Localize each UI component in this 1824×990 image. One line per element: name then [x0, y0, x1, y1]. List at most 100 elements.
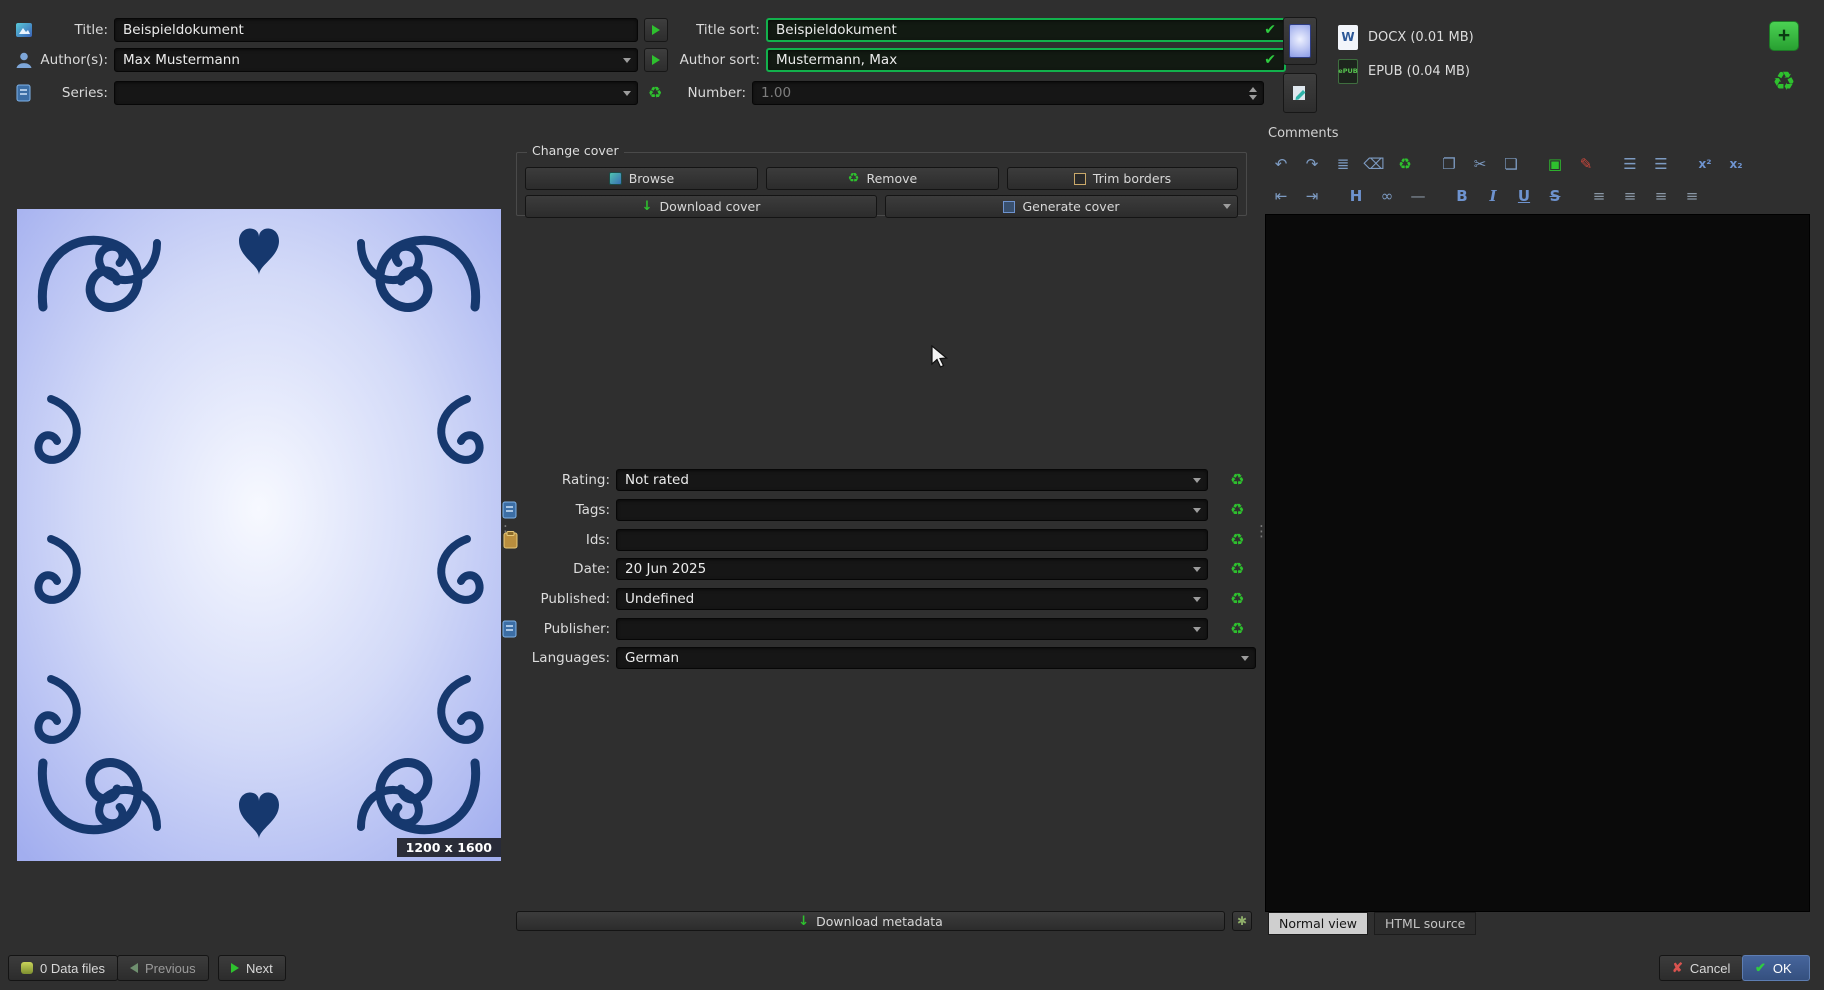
tab-html-source[interactable]: HTML source	[1374, 912, 1476, 935]
indent-icon[interactable]: ⇥	[1299, 184, 1325, 208]
auto-title-sort-button[interactable]	[644, 18, 668, 42]
clear-comments-icon[interactable]: ♻	[1392, 152, 1418, 176]
cut-icon[interactable]: ✂	[1467, 152, 1493, 176]
unordered-list-icon[interactable]: ☰	[1648, 152, 1674, 176]
generate-cover-button[interactable]: Generate cover	[885, 195, 1238, 218]
align-right-icon[interactable]: ≡	[1648, 184, 1674, 208]
publisher-combo[interactable]	[616, 618, 1208, 640]
clear-ids-icon[interactable]: ♻	[1230, 532, 1244, 548]
pencil-icon	[1290, 83, 1310, 103]
publisher-editor-icon[interactable]	[500, 619, 520, 639]
ordered-list-icon[interactable]: ☰	[1617, 152, 1643, 176]
restore-formats-icon[interactable]: ♻	[1772, 69, 1795, 95]
published-dropdown-icon[interactable]	[1189, 591, 1205, 607]
rating-row: Rating: Not rated ♻	[500, 469, 1244, 491]
paste-identifier-icon[interactable]	[500, 530, 520, 550]
align-justify-icon[interactable]: ≡	[1679, 184, 1705, 208]
clear-series-icon[interactable]: ♻	[644, 85, 666, 101]
published-combo[interactable]: Undefined	[616, 588, 1208, 610]
ids-input[interactable]	[616, 529, 1208, 551]
italic-icon[interactable]: I	[1480, 184, 1506, 208]
number-spinner[interactable]	[1246, 84, 1260, 102]
background-color-icon[interactable]: ▣	[1542, 152, 1568, 176]
align-center-icon[interactable]: ≡	[1617, 184, 1643, 208]
next-button[interactable]: Next	[218, 955, 286, 981]
underline-icon[interactable]: U	[1511, 184, 1537, 208]
heading-icon[interactable]: H	[1343, 184, 1369, 208]
authors-value: Max Mustermann	[123, 52, 240, 68]
horizontal-rule-icon[interactable]: —	[1405, 184, 1431, 208]
rating-dropdown-icon[interactable]	[1189, 472, 1205, 488]
title-input[interactable]: Beispieldokument	[114, 18, 638, 42]
auto-author-sort-button[interactable]	[644, 48, 668, 72]
cover-thumbnail-icon	[1289, 24, 1311, 58]
download-metadata-button[interactable]: ↓ Download metadata	[516, 911, 1225, 931]
series-combo[interactable]	[114, 81, 638, 105]
bold-icon[interactable]: B	[1449, 184, 1475, 208]
download-cover-button[interactable]: ↓ Download cover	[525, 195, 877, 218]
comments-toolbar-row1: ↶ ↷ ≣ ⌫ ♻ ❐ ✂ ❏ ▣ ✎ ☰ ☰ x² x₂	[1268, 152, 1749, 176]
strikethrough-icon[interactable]: S	[1542, 184, 1568, 208]
remove-format-icon[interactable]: ⌫	[1361, 152, 1387, 176]
subscript-icon[interactable]: x₂	[1723, 152, 1749, 176]
superscript-icon[interactable]: x²	[1692, 152, 1718, 176]
paste-icon[interactable]: ❏	[1498, 152, 1524, 176]
title-sort-label: Title sort:	[674, 22, 760, 38]
change-cover-row1: Browse ♻ Remove Trim borders	[525, 167, 1238, 190]
remove-cover-button[interactable]: ♻ Remove	[766, 167, 999, 190]
add-format-button[interactable]: +	[1769, 21, 1799, 51]
undo-icon[interactable]: ↶	[1268, 152, 1294, 176]
languages-dropdown-icon[interactable]	[1237, 650, 1253, 666]
cancel-button[interactable]: ✘ Cancel	[1659, 955, 1743, 981]
authors-dropdown-icon[interactable]	[619, 51, 635, 69]
date-combo[interactable]: 20 Jun 2025	[616, 558, 1208, 580]
clear-rating-icon[interactable]: ♻	[1230, 472, 1244, 488]
book-cover[interactable]: 1200 x 1600	[17, 209, 501, 861]
number-value: 1.00	[761, 85, 791, 101]
data-files-button[interactable]: 0 Data files	[8, 955, 118, 981]
clear-tags-icon[interactable]: ♻	[1230, 502, 1244, 518]
edit-metadata-dialog: Title: Beispieldokument Title sort: Beis…	[0, 0, 1824, 990]
series-number-input[interactable]: 1.00	[752, 81, 1264, 105]
plus-icon: +	[1778, 24, 1790, 48]
redo-icon[interactable]: ↷	[1299, 152, 1325, 176]
cover-preview-button[interactable]	[1283, 17, 1317, 65]
tab-normal-view[interactable]: Normal view	[1268, 912, 1368, 935]
format-item-docx[interactable]: W DOCX (0.01 MB)	[1332, 20, 1752, 54]
format-label: EPUB (0.04 MB)	[1368, 64, 1470, 79]
tags-editor-icon[interactable]	[500, 500, 520, 520]
foreground-color-icon[interactable]: ✎	[1573, 152, 1599, 176]
languages-row: Languages: German	[500, 647, 1256, 669]
insert-link-icon[interactable]: ∞	[1374, 184, 1400, 208]
clear-publisher-icon[interactable]: ♻	[1230, 621, 1244, 637]
browse-cover-button[interactable]: Browse	[525, 167, 758, 190]
languages-combo[interactable]: German	[616, 647, 1256, 669]
outdent-icon[interactable]: ⇤	[1268, 184, 1294, 208]
browse-icon	[609, 172, 622, 185]
title-sort-input[interactable]: Beispieldokument ✔	[766, 18, 1286, 42]
tags-combo[interactable]	[616, 499, 1208, 521]
format-item-epub[interactable]: ePUB EPUB (0.04 MB)	[1332, 54, 1752, 88]
clear-published-icon[interactable]: ♻	[1230, 591, 1244, 607]
align-left-icon[interactable]: ≡	[1586, 184, 1612, 208]
previous-button[interactable]: Previous	[117, 955, 209, 981]
title-sort-value: Beispieldokument	[776, 22, 897, 38]
clear-date-icon[interactable]: ♻	[1230, 561, 1244, 577]
publisher-dropdown-icon[interactable]	[1189, 621, 1205, 637]
author-sort-value: Mustermann, Max	[776, 52, 897, 68]
rating-combo[interactable]: Not rated	[616, 469, 1208, 491]
ok-button[interactable]: ✔ OK	[1742, 955, 1810, 981]
tags-dropdown-icon[interactable]	[1189, 502, 1205, 518]
configure-metadata-download-button[interactable]: ✱	[1232, 911, 1252, 931]
series-dropdown-icon[interactable]	[619, 84, 635, 102]
generate-cover-dropdown-icon[interactable]	[1219, 198, 1235, 215]
edit-cover-button[interactable]	[1283, 73, 1317, 113]
trim-borders-button[interactable]: Trim borders	[1007, 167, 1238, 190]
change-cover-group: Change cover Browse ♻ Remove Trim border…	[516, 152, 1247, 216]
date-dropdown-icon[interactable]	[1189, 561, 1205, 577]
author-sort-input[interactable]: Mustermann, Max ✔	[766, 48, 1286, 72]
copy-icon[interactable]: ❐	[1436, 152, 1462, 176]
authors-combo[interactable]: Max Mustermann	[114, 48, 638, 72]
comments-editor[interactable]	[1265, 214, 1810, 912]
select-all-icon[interactable]: ≣	[1330, 152, 1356, 176]
